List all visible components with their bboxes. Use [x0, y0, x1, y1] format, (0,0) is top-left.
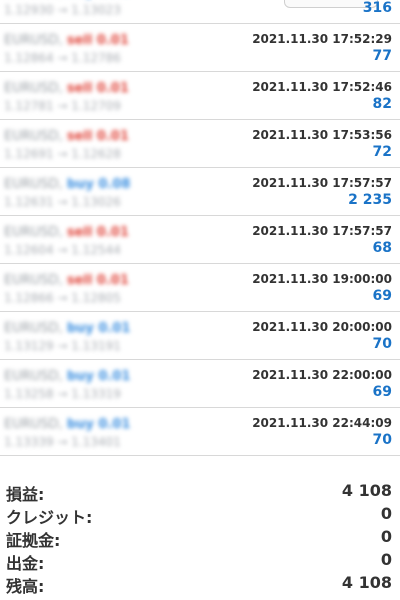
trade-symbol: EURUSD, — [4, 225, 63, 240]
balance-label: 残高: — [6, 577, 45, 596]
trade-prices: 1.12691 → 1.12628 — [4, 147, 121, 161]
trade-row[interactable]: EURUSD, buy 0.01 1.13339 → 1.13401 2021.11… — [0, 408, 400, 456]
trade-time: 2021.11.30 17:52:46 — [252, 80, 392, 94]
account-summary: 損益: 4 108 クレジット: 0 証拠金: 0 出金: 0 残高: 4 10… — [0, 480, 400, 596]
trade-profit: 70 — [372, 336, 392, 352]
trade-row[interactable]: EURUSD, buy 0.011.12930 → 1.13023316 — [0, 0, 400, 24]
summary-balance-row: 残高: 4 108 — [0, 572, 400, 596]
trade-profit: 68 — [372, 240, 392, 256]
trade-row[interactable]: EURUSD, sell 0.01 1.12604 → 1.12544 2021.1… — [0, 216, 400, 264]
trade-time: 2021.11.30 22:44:09 — [252, 416, 392, 430]
trade-profit: 82 — [372, 96, 392, 112]
trade-symbol: EURUSD, — [4, 321, 63, 336]
trade-profit: 70 — [372, 432, 392, 448]
summary-profit-row: 損益: 4 108 — [0, 480, 400, 504]
summary-withdrawal-row: 出金: 0 — [0, 549, 400, 573]
trade-row[interactable]: EURUSD, sell 0.01 1.12691 → 1.12628 2021.1… — [0, 120, 400, 168]
credit-label: クレジット: — [6, 508, 93, 527]
trade-prices: 1.12781 → 1.12709 — [4, 99, 121, 113]
trade-symbol-line: EURUSD, buy 0.08 — [4, 177, 130, 192]
trade-symbol-line: EURUSD, buy 0.01 — [4, 417, 130, 432]
trade-prices: 1.13258 → 1.13319 — [4, 387, 121, 401]
trade-profit: 72 — [372, 144, 392, 160]
trade-time: 2021.11.30 20:00:00 — [252, 320, 392, 334]
trade-profit: 316 — [362, 0, 392, 16]
trade-time: 2021.11.30 17:52:29 — [252, 32, 392, 46]
trade-time: 2021.11.30 19:00:00 — [252, 272, 392, 286]
credit-value: 0 — [380, 504, 392, 523]
trade-row[interactable]: EURUSD, sell 0.01 1.12866 → 1.12805 2021.1… — [0, 264, 400, 312]
trade-prices: 1.13339 → 1.13401 — [4, 435, 121, 449]
trade-row[interactable]: EURUSD, buy 0.01 1.13258 → 1.13319 2021.11… — [0, 360, 400, 408]
trade-symbol: EURUSD, — [4, 129, 63, 144]
trade-symbol-line: EURUSD, sell 0.01 — [4, 225, 129, 240]
profit-value: 4 108 — [341, 481, 392, 500]
trade-time: 2021.11.30 17:57:57 — [252, 176, 392, 190]
trade-symbol: EURUSD, — [4, 81, 63, 96]
trade-symbol: EURUSD, — [4, 33, 63, 48]
trade-symbol: EURUSD, — [4, 369, 63, 384]
trade-type: buy 0.01 — [66, 321, 131, 336]
trade-symbol-line: EURUSD, sell 0.01 — [4, 33, 129, 48]
trade-symbol-line: EURUSD, buy 0.01 — [4, 369, 130, 384]
deposit-value: 0 — [380, 527, 392, 546]
trade-type: buy 0.01 — [66, 369, 131, 384]
trade-symbol-line: EURUSD, buy 0.01 — [4, 321, 130, 336]
trade-type: sell 0.01 — [66, 273, 129, 288]
trade-type: sell 0.01 — [66, 129, 129, 144]
trade-prices: 1.12631 → 1.13026 — [4, 195, 121, 209]
summary-deposit-row: 証拠金: 0 — [0, 526, 400, 550]
trade-type: sell 0.01 — [66, 81, 129, 96]
trade-prices: 1.12604 → 1.12544 — [4, 243, 121, 257]
trade-profit: 77 — [372, 48, 392, 64]
trade-type: buy 0.01 — [66, 417, 131, 432]
trade-profit: 2 235 — [348, 192, 392, 208]
trade-prices: 1.12930 → 1.13023 — [4, 3, 121, 17]
trade-row[interactable]: EURUSD, sell 0.01 1.12864 → 1.12786 2021.1… — [0, 24, 400, 72]
withdrawal-label: 出金: — [6, 554, 45, 573]
deposit-label: 証拠金: — [6, 531, 61, 550]
trade-prices: 1.12866 → 1.12805 — [4, 291, 121, 305]
trade-symbol-line: EURUSD, sell 0.01 — [4, 273, 129, 288]
trade-time: 2021.11.30 17:57:57 — [252, 224, 392, 238]
trade-prices: 1.13129 → 1.13191 — [4, 339, 121, 353]
balance-value: 4 108 — [341, 573, 392, 592]
trade-time: 2021.11.30 22:00:00 — [252, 368, 392, 382]
trade-profit: 69 — [372, 384, 392, 400]
trade-symbol-line: EURUSD, sell 0.01 — [4, 129, 129, 144]
trade-row[interactable]: EURUSD, sell 0.01 1.12781 → 1.12709 2021.1… — [0, 72, 400, 120]
withdrawal-value: 0 — [380, 550, 392, 569]
trade-row[interactable]: EURUSD, buy 0.01 1.13129 → 1.13191 2021.11… — [0, 312, 400, 360]
trade-symbol: EURUSD, — [4, 177, 63, 192]
trade-profit: 69 — [372, 288, 392, 304]
profit-label: 損益: — [6, 485, 45, 504]
trade-time: 2021.11.30 17:53:56 — [252, 128, 392, 142]
trade-type: sell 0.01 — [66, 225, 129, 240]
trade-symbol: EURUSD, — [4, 273, 63, 288]
trade-symbol: EURUSD, — [4, 417, 63, 432]
trade-row[interactable]: EURUSD, buy 0.08 1.12631 → 1.13026 2021.11… — [0, 168, 400, 216]
summary-credit-row: クレジット: 0 — [0, 503, 400, 527]
trade-prices: 1.12864 → 1.12786 — [4, 51, 121, 65]
trade-symbol-line: EURUSD, sell 0.01 — [4, 81, 129, 96]
trade-type: buy 0.08 — [66, 177, 131, 192]
trade-type: sell 0.01 — [66, 33, 129, 48]
